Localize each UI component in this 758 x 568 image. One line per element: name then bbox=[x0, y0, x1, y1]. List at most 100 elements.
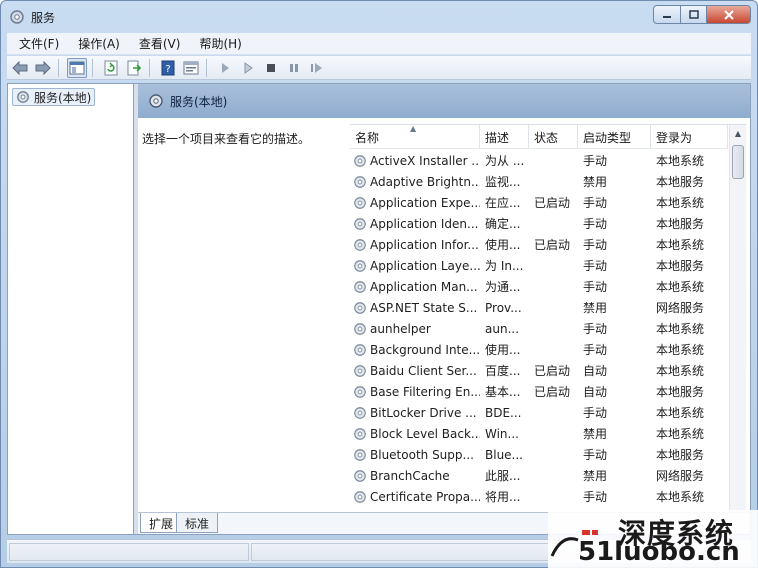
table-row[interactable]: Base Filtering En... 基本... 已启动 自动 本地服务 bbox=[350, 381, 728, 402]
service-logon-as: 本地服务 bbox=[656, 448, 705, 462]
details-header-title: 服务(本地) bbox=[170, 94, 228, 109]
forward-button[interactable] bbox=[33, 58, 53, 78]
service-logon-as: 本地系统 bbox=[656, 322, 705, 336]
toolbar: ? bbox=[7, 56, 751, 80]
column-header-logon-as[interactable]: 登录为 bbox=[651, 125, 728, 149]
restart-service-button[interactable] bbox=[307, 58, 327, 78]
service-description: 百度... bbox=[485, 364, 521, 378]
service-name: Application Iden... bbox=[370, 216, 479, 231]
service-name: Application Laye... bbox=[370, 258, 480, 273]
pause-service-button[interactable] bbox=[284, 58, 304, 78]
service-description: 为 In... bbox=[485, 259, 524, 273]
menu-view[interactable]: 查看(V) bbox=[127, 35, 188, 52]
close-button[interactable] bbox=[707, 5, 751, 24]
console-tree-icon bbox=[69, 61, 85, 74]
service-gear-icon bbox=[354, 364, 366, 377]
vertical-scrollbar[interactable]: ▲ bbox=[729, 125, 746, 512]
scrollbar-thumb[interactable] bbox=[732, 145, 744, 179]
back-arrow-icon bbox=[12, 60, 28, 75]
service-startup-type: 手动 bbox=[583, 406, 608, 420]
show-hide-console-tree-button[interactable] bbox=[67, 57, 87, 78]
menu-help[interactable]: 帮助(H) bbox=[187, 35, 248, 52]
table-row[interactable]: Application Laye... 为 In... 手动 本地服务 bbox=[350, 255, 728, 276]
refresh-button[interactable] bbox=[101, 58, 121, 78]
table-row[interactable]: ActiveX Installer ... 为从 ... 手动 本地系统 bbox=[350, 150, 728, 171]
table-row[interactable]: Baidu Client Ser... 百度... 已启动 自动 本地系统 bbox=[350, 360, 728, 381]
service-name: Baidu Client Ser... bbox=[370, 363, 477, 378]
status-segment bbox=[251, 543, 551, 561]
service-startup-type: 手动 bbox=[583, 196, 608, 210]
service-startup-type: 禁用 bbox=[583, 469, 608, 483]
toolbar-separator bbox=[149, 58, 150, 77]
service-gear-icon bbox=[354, 259, 366, 272]
maximize-button[interactable] bbox=[681, 5, 707, 24]
service-gear-icon bbox=[354, 490, 366, 503]
table-row[interactable]: Adaptive Brightn... 监视... 禁用 本地服务 bbox=[350, 171, 728, 192]
minimize-button[interactable] bbox=[653, 5, 681, 24]
title-bar[interactable]: 服务 bbox=[1, 1, 757, 31]
export-icon bbox=[127, 60, 142, 75]
table-row[interactable]: Certificate Propa... 将用... 手动 本地系统 bbox=[350, 486, 728, 507]
service-logon-as: 本地系统 bbox=[656, 490, 705, 504]
service-name: Base Filtering En... bbox=[370, 384, 480, 399]
service-logon-as: 网络服务 bbox=[656, 469, 705, 483]
stop-service-button[interactable] bbox=[261, 58, 281, 78]
back-button[interactable] bbox=[10, 58, 30, 78]
menu-bar: 文件(F) 操作(A) 查看(V) 帮助(H) bbox=[7, 33, 751, 55]
table-row[interactable]: ASP.NET State S... Prov... 禁用 网络服务 bbox=[350, 297, 728, 318]
minimize-icon bbox=[663, 15, 671, 18]
service-gear-icon bbox=[354, 343, 366, 356]
column-header-description[interactable]: 描述 bbox=[480, 125, 529, 149]
description-hint: 选择一个项目来查看它的描述。 bbox=[142, 132, 311, 146]
service-description: 在应... bbox=[485, 196, 521, 210]
table-row[interactable]: BitLocker Drive ... BDE... 手动 本地系统 bbox=[350, 402, 728, 423]
service-status: 已启动 bbox=[534, 385, 571, 399]
table-row[interactable]: Block Level Back... Win... 禁用 本地系统 bbox=[350, 423, 728, 444]
column-header-name[interactable]: ▲ 名称 bbox=[350, 125, 480, 149]
service-logon-as: 本地系统 bbox=[656, 280, 705, 294]
service-startup-type: 自动 bbox=[583, 385, 608, 399]
service-name: BitLocker Drive ... bbox=[370, 405, 477, 420]
table-row[interactable]: BranchCache 此服... 禁用 网络服务 bbox=[350, 465, 728, 486]
service-gear-icon bbox=[354, 385, 366, 398]
start-service-alt-button[interactable] bbox=[238, 58, 258, 78]
service-gear-icon bbox=[354, 427, 366, 440]
service-name: BranchCache bbox=[370, 468, 450, 483]
table-row[interactable]: Application Iden... 确定... 手动 本地服务 bbox=[350, 213, 728, 234]
table-row[interactable]: Bluetooth Supp... Blue... 手动 本地服务 bbox=[350, 444, 728, 465]
row-name-cell: aunhelper bbox=[350, 322, 480, 336]
scroll-up-arrow-icon[interactable]: ▲ bbox=[730, 125, 746, 142]
export-list-button[interactable] bbox=[124, 58, 144, 78]
column-name-label: 名称 bbox=[355, 130, 380, 145]
start-service-button[interactable] bbox=[215, 58, 235, 78]
properties-button[interactable] bbox=[181, 58, 201, 78]
close-icon bbox=[723, 9, 734, 20]
row-name-cell: Baidu Client Ser... bbox=[350, 364, 480, 378]
tree-item-services-local[interactable]: 服务(本地) bbox=[12, 88, 96, 106]
table-row[interactable]: Application Man... 为通... 手动 本地系统 bbox=[350, 276, 728, 297]
window-controls bbox=[653, 5, 751, 24]
row-name-cell: Application Iden... bbox=[350, 217, 480, 231]
service-logon-as: 本地系统 bbox=[656, 238, 705, 252]
menu-action[interactable]: 操作(A) bbox=[66, 35, 127, 52]
toolbar-separator bbox=[206, 58, 207, 77]
service-logon-as: 本地系统 bbox=[656, 364, 705, 378]
services-window: 服务 文件(F) 操作(A) 查看(V) 帮助(H) ? 服务(本地) 服务(本… bbox=[0, 0, 758, 568]
table-row[interactable]: aunhelper aun... 手动 本地系统 bbox=[350, 318, 728, 339]
service-startup-type: 手动 bbox=[583, 448, 608, 462]
menu-file[interactable]: 文件(F) bbox=[7, 35, 66, 52]
table-row[interactable]: Application Expe... 在应... 已启动 手动 本地系统 bbox=[350, 192, 728, 213]
help-button[interactable]: ? bbox=[158, 58, 178, 78]
restart-icon bbox=[311, 62, 322, 73]
column-header-status[interactable]: 状态 bbox=[529, 125, 578, 149]
row-name-cell: BranchCache bbox=[350, 469, 480, 483]
tab-standard[interactable]: 标准 bbox=[176, 513, 219, 533]
service-description: 使用... bbox=[485, 343, 521, 357]
service-logon-as: 网络服务 bbox=[656, 301, 705, 315]
service-description: aun... bbox=[485, 321, 520, 336]
status-segment bbox=[9, 543, 249, 561]
table-row[interactable]: Application Infor... 使用... 已启动 手动 本地系统 bbox=[350, 234, 728, 255]
column-header-startup-type[interactable]: 启动类型 bbox=[578, 125, 651, 149]
table-row[interactable]: Background Inte... 使用... 手动 本地系统 bbox=[350, 339, 728, 360]
service-startup-type: 禁用 bbox=[583, 175, 608, 189]
